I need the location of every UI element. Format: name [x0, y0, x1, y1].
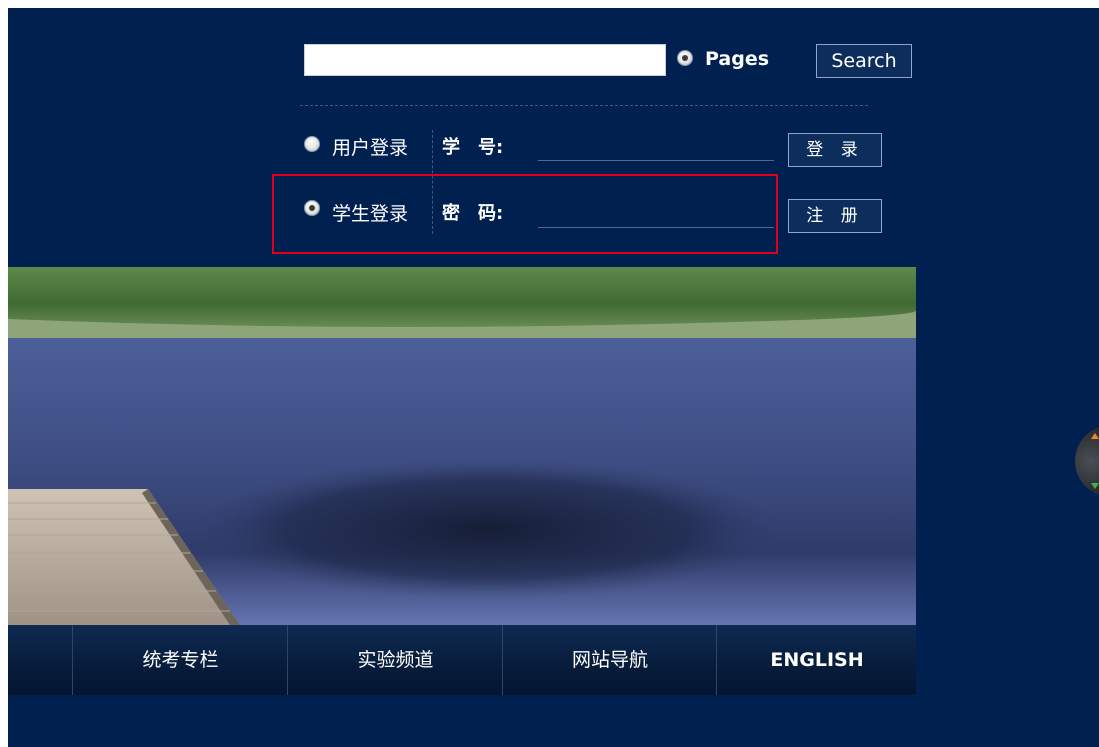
student-id-label: 学 号:: [442, 137, 504, 158]
user-login-radio[interactable]: [304, 136, 320, 152]
login-button[interactable]: 登 录: [788, 133, 882, 167]
lake-banner-image: [8, 267, 916, 625]
scroll-widget-icon[interactable]: [1075, 425, 1099, 497]
nav-item-spacer: [8, 625, 72, 695]
page: Pages Search 用户登录 学 号: 登 录 学生登录 密 码: 注 册: [8, 8, 1099, 747]
student-id-field[interactable]: [538, 160, 774, 161]
nav-item-english[interactable]: ENGLISH: [716, 625, 917, 695]
search-divider: [300, 105, 868, 106]
register-button[interactable]: 注 册: [788, 199, 882, 233]
pages-label: Pages: [705, 48, 770, 70]
pages-radio[interactable]: [677, 50, 693, 66]
nav-item-experiment-channel[interactable]: 实验频道: [287, 625, 503, 695]
search-button[interactable]: Search: [816, 44, 912, 78]
highlight-box: [272, 174, 778, 254]
lake-banner: [8, 267, 916, 625]
scroll-up-icon[interactable]: [1091, 433, 1099, 439]
nav-item-site-navigation[interactable]: 网站导航: [502, 625, 717, 695]
nav-item-exam-column[interactable]: 统考专栏: [72, 625, 288, 695]
scroll-down-icon[interactable]: [1091, 483, 1099, 489]
search-input[interactable]: [304, 44, 666, 76]
user-login-label: 用户登录: [332, 137, 409, 159]
